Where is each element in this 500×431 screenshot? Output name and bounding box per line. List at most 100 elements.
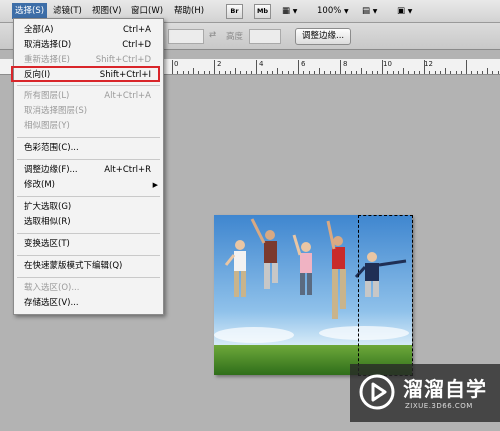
ruler-tick (481, 71, 483, 74)
menu-item-shortcut: Alt+Ctrl+R (104, 165, 151, 175)
menu-item-modify[interactable]: 修改(M) ▶ (14, 178, 163, 193)
menu-item-shortcut: Alt+Ctrl+A (104, 91, 151, 101)
chevron-down-icon: ▼ (372, 8, 378, 15)
menu-item-label: 选取相似(R) (24, 217, 71, 227)
menu-item-label: 载入选区(O)... (24, 283, 80, 293)
ruler-tick (334, 71, 336, 74)
menu-item-label: 存储选区(V)... (24, 298, 79, 308)
menu-divider (17, 159, 160, 160)
menu-item-similar[interactable]: 选取相似(R) (14, 215, 163, 230)
ruler-tick (182, 71, 184, 74)
bridge-button[interactable]: Br (226, 4, 243, 19)
ruler-tick (492, 71, 494, 74)
zoom-value: 100% (317, 6, 342, 16)
minibridge-button[interactable]: Mb (254, 4, 271, 19)
refine-edge-button[interactable]: 调整边缘... (295, 28, 352, 45)
view-extras-dropdown[interactable]: ▦ ▼ (282, 5, 297, 18)
ruler-tick (224, 71, 226, 74)
menu-divider (17, 277, 160, 278)
ruler-tick (319, 68, 320, 74)
watermark-title: 溜溜自学 (403, 377, 487, 401)
ruler-tick (208, 71, 210, 74)
ruler-label: 12 (424, 60, 433, 68)
ruler-tick (497, 71, 499, 74)
arrange-icon: ▤ (362, 6, 371, 16)
ruler-tick (324, 71, 326, 74)
ruler-tick (397, 71, 399, 74)
ruler-tick (261, 71, 263, 74)
ruler-tick (282, 71, 284, 74)
menu-item-label: 扩大选取(G) (24, 202, 72, 212)
ruler-tick (193, 68, 194, 74)
ruler-tick (476, 71, 478, 74)
menu-item-deselect[interactable]: 取消选择(D) Ctrl+D (14, 38, 163, 53)
play-logo-icon (359, 374, 395, 410)
menu-item-label: 相似图层(Y) (24, 121, 70, 131)
ruler-tick (292, 71, 294, 74)
menu-item-label: 在快速蒙版模式下编辑(Q) (24, 261, 123, 271)
ruler-tick (350, 71, 352, 74)
menu-select[interactable]: 选择(S) (12, 3, 48, 19)
ruler-tick (298, 60, 299, 74)
ruler-label: 4 (259, 60, 264, 68)
ruler-tick (439, 71, 441, 74)
ruler-tick (466, 60, 467, 74)
ruler-tick (229, 71, 231, 74)
menu-item-color-range[interactable]: 色彩范围(C)... (14, 141, 163, 156)
chevron-down-icon: ▼ (344, 8, 349, 15)
ruler-tick (172, 60, 173, 74)
ruler-tick (177, 71, 179, 74)
menu-item-grow[interactable]: 扩大选取(G) (14, 200, 163, 215)
ruler-label: 6 (301, 60, 306, 68)
ruler-tick (287, 71, 289, 74)
ruler-tick (387, 71, 389, 74)
menu-item-transform-selection[interactable]: 变换选区(T) (14, 237, 163, 252)
marquee-selection[interactable] (358, 215, 413, 376)
height-label: 高度 (226, 32, 244, 42)
ruler-tick (266, 71, 268, 74)
menu-help[interactable]: 帮助(H) (171, 4, 207, 19)
screen-mode-dropdown[interactable]: ▣ ▼ (397, 5, 412, 18)
ruler-tick (214, 60, 215, 74)
width-field[interactable] (168, 29, 204, 44)
menu-item-refine-edge[interactable]: 调整边缘(F)... Alt+Ctrl+R (14, 163, 163, 178)
ruler-tick (329, 71, 331, 74)
ruler-tick (303, 71, 305, 74)
menu-item-similar-layers: 相似图层(Y) (14, 119, 163, 134)
menu-window[interactable]: 窗口(W) (128, 4, 166, 19)
ruler-tick (277, 68, 278, 74)
watermark-subtitle: ZIXUE.3D66.COM (405, 402, 473, 410)
menu-item-save-selection[interactable]: 存储选区(V)... (14, 296, 163, 311)
ruler-tick (345, 71, 347, 74)
ruler-tick (355, 71, 357, 74)
ruler-tick (429, 71, 431, 74)
menu-item-label: 调整边缘(F)... (24, 165, 78, 175)
menu-divider (17, 85, 160, 86)
menu-item-all-layers: 所有图层(L) Alt+Ctrl+A (14, 89, 163, 104)
ruler-tick (413, 71, 415, 74)
menu-item-deselect-layers: 取消选择图层(S) (14, 104, 163, 119)
watermark: 溜溜自学 ZIXUE.3D66.COM (350, 364, 500, 422)
arrange-documents-dropdown[interactable]: ▤ ▼ (362, 5, 377, 18)
ruler-tick (418, 71, 420, 74)
ruler-tick (371, 71, 373, 74)
ruler-tick (361, 68, 362, 74)
ruler-tick (445, 68, 446, 74)
ruler-tick (382, 60, 383, 74)
menu-filter[interactable]: 滤镜(T) (50, 4, 85, 19)
ruler-tick (376, 71, 378, 74)
height-field[interactable] (249, 29, 281, 44)
grid-icon: ▦ (282, 6, 291, 16)
menu-view[interactable]: 视图(V) (89, 4, 124, 19)
menu-item-all[interactable]: 全部(A) Ctrl+A (14, 23, 163, 38)
ruler-tick (203, 71, 205, 74)
ruler-tick (219, 71, 221, 74)
menu-item-quick-mask[interactable]: 在快速蒙版模式下编辑(Q) (14, 259, 163, 274)
ruler-tick (250, 71, 252, 74)
ruler-tick (308, 71, 310, 74)
ruler-tick (366, 71, 368, 74)
menu-item-shortcut: Ctrl+D (122, 40, 151, 50)
ruler-tick (240, 71, 242, 74)
zoom-dropdown[interactable]: 100% ▼ (317, 5, 349, 18)
ruler-tick (455, 71, 457, 74)
